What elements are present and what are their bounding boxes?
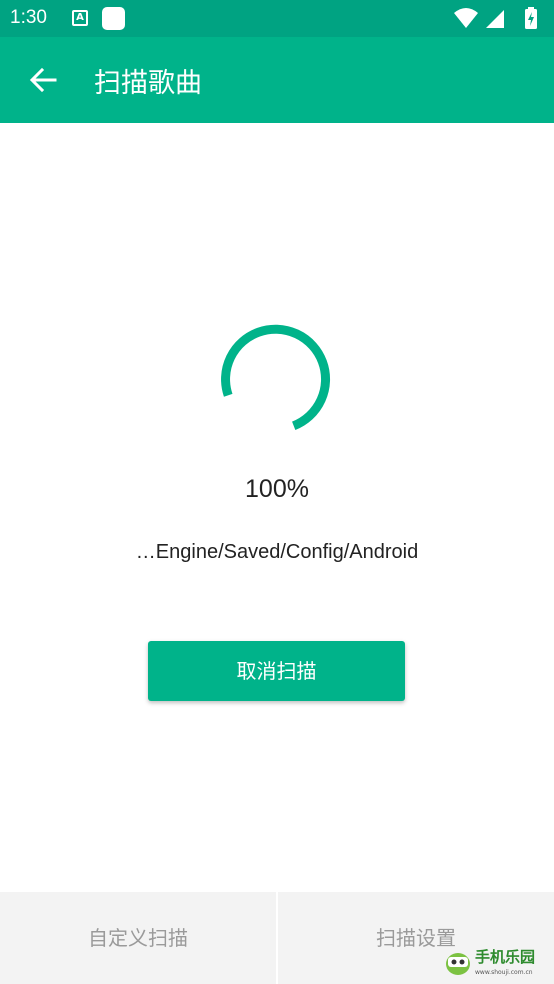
loading-spinner-icon [221, 324, 331, 430]
watermark-logo: 手机乐园 www.shouji.com.cn [446, 948, 535, 976]
battery-charging-icon [525, 7, 537, 29]
arrow-left-icon [29, 67, 57, 93]
wifi-icon [454, 8, 478, 28]
back-button[interactable] [24, 61, 62, 99]
svg-text:手机乐园: 手机乐园 [475, 948, 535, 966]
status-time: 1:30 [10, 7, 47, 28]
page-title: 扫描歌曲 [94, 68, 202, 99]
status-bar: 1:30 A [0, 0, 554, 37]
svg-text:www.shouji.com.cn: www.shouji.com.cn [475, 969, 533, 976]
a-notification-icon: A [72, 10, 88, 26]
app-bar: 扫描歌曲 [0, 37, 554, 123]
current-scan-path: …Engine/Saved/Config/Android [135, 541, 419, 563]
custom-scan-button[interactable]: 自定义扫描 [0, 892, 276, 984]
status-icons [454, 7, 537, 29]
progress-percent: 100% [245, 475, 309, 503]
signal-icon [486, 10, 504, 28]
watermark-mascot-icon [446, 953, 470, 975]
cancel-scan-button[interactable]: 取消扫描 [148, 641, 405, 701]
app-notification-icon [102, 7, 125, 30]
